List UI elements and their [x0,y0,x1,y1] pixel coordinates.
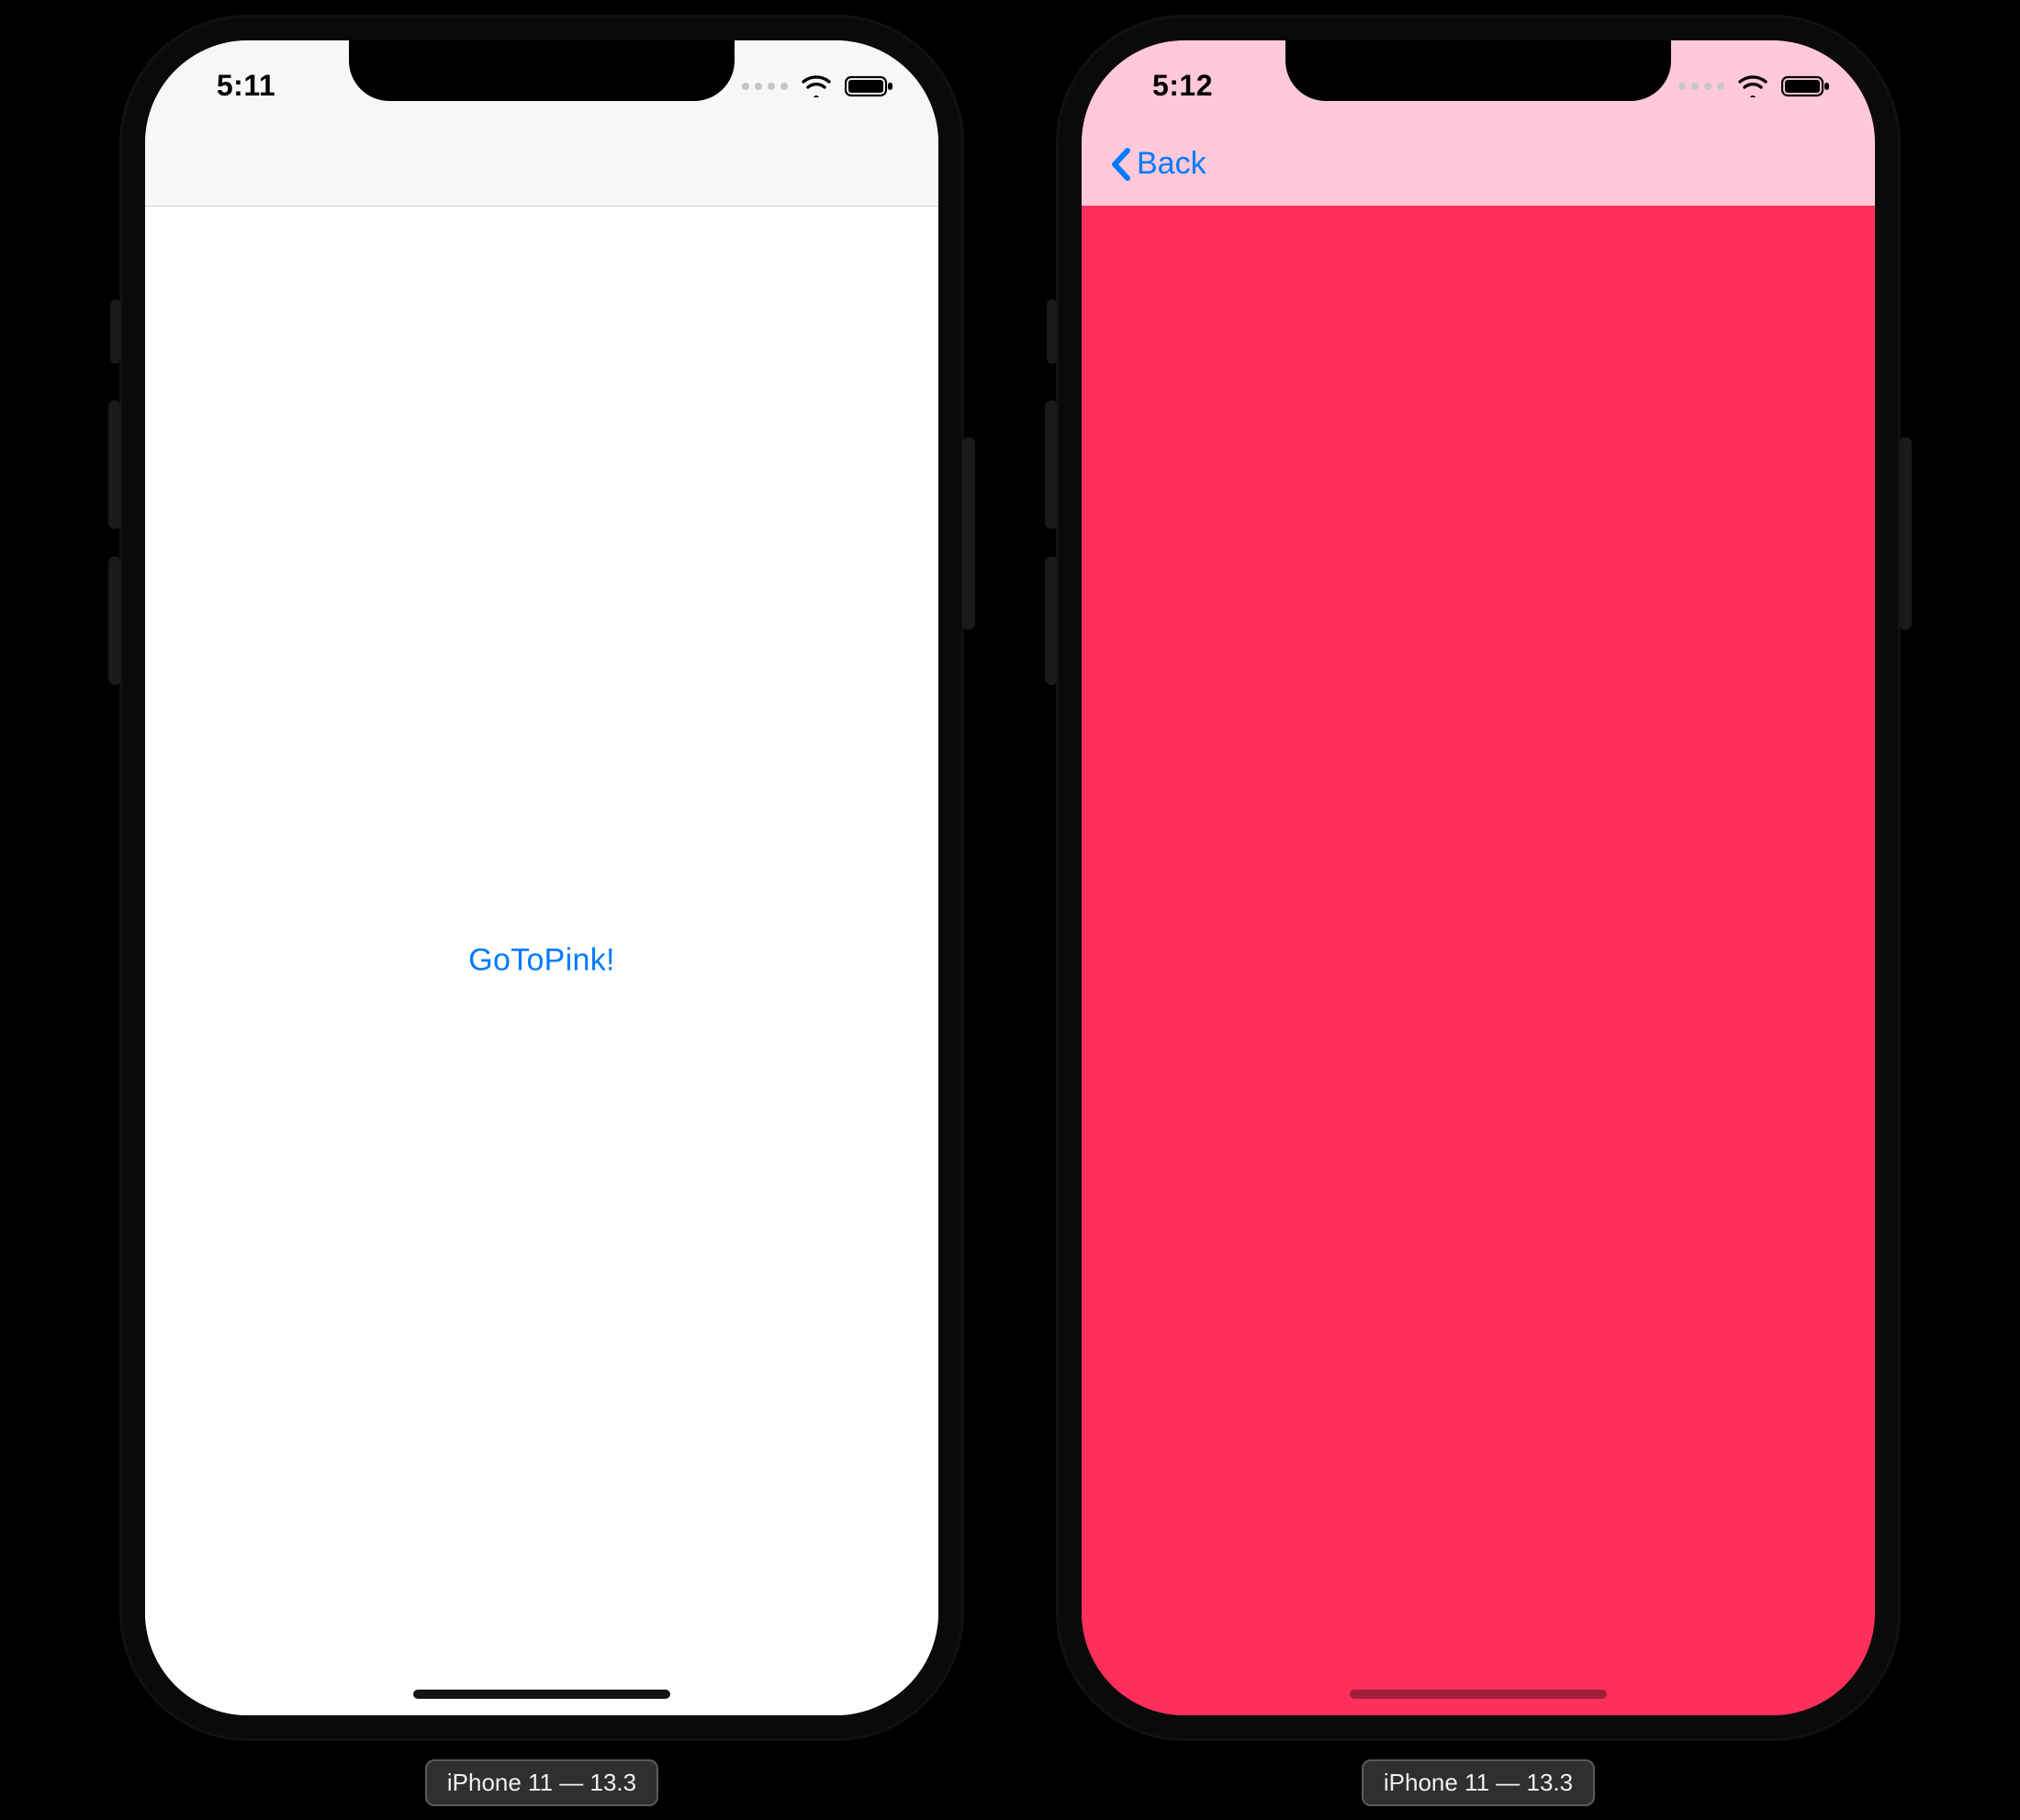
status-indicators [742,66,894,97]
back-button[interactable]: Back [1100,142,1216,185]
volume-up-button[interactable] [108,400,121,529]
simulator-caption: iPhone 11 — 13.3 [1362,1759,1595,1806]
wifi-icon [801,75,832,97]
navigation-bar: Back [1082,123,1875,206]
cellular-signal-icon [742,83,788,90]
screen: 5:11 [145,40,938,1715]
screen: 5:12 [1082,40,1875,1715]
home-indicator[interactable] [1350,1690,1607,1699]
volume-up-button[interactable] [1045,400,1058,529]
simulator-caption: iPhone 11 — 13.3 [425,1759,658,1806]
home-indicator[interactable] [413,1690,670,1699]
simulator-left: 5:11 [119,15,964,1806]
battery-full-icon [1781,75,1831,97]
notch [349,40,735,101]
view-content: GoToPink! [145,207,938,1715]
simulator-right: 5:12 [1056,15,1901,1806]
cellular-signal-icon [1678,83,1724,90]
mute-switch[interactable] [1047,299,1058,364]
iphone-device-left: 5:11 [119,15,964,1741]
power-button[interactable] [1899,437,1912,630]
go-to-pink-button[interactable]: GoToPink! [441,925,643,997]
notch [1285,40,1671,101]
back-button-label: Back [1137,146,1206,182]
mute-switch[interactable] [110,299,121,364]
wifi-icon [1737,75,1768,97]
navigation-bar [145,123,938,207]
status-time: 5:12 [1082,60,1284,103]
battery-full-icon [845,75,894,97]
volume-down-button[interactable] [1045,556,1058,685]
chevron-left-icon [1109,147,1133,182]
iphone-device-right: 5:12 [1056,15,1901,1741]
volume-down-button[interactable] [108,556,121,685]
view-content [1082,206,1875,1715]
status-time: 5:11 [145,60,347,103]
power-button[interactable] [962,437,975,630]
status-indicators [1678,66,1831,97]
simulator-pair: 5:11 [0,0,2020,1820]
